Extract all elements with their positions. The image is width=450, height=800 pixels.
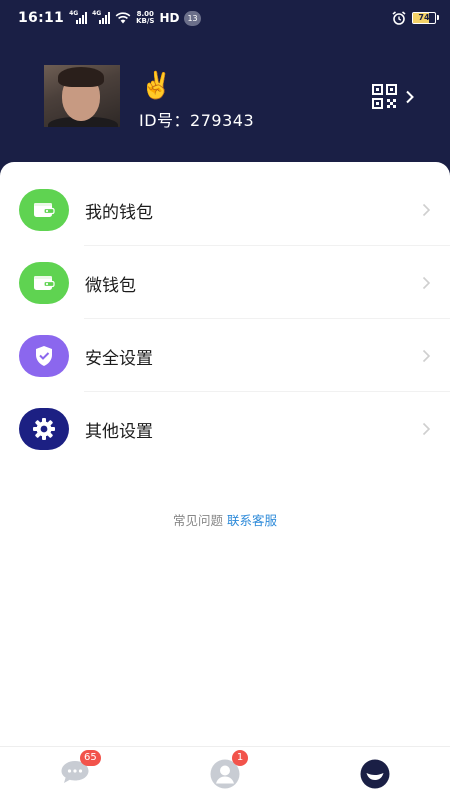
contacts-count-badge: 1 bbox=[232, 750, 248, 766]
bottom-nav: 65 1 bbox=[0, 746, 450, 800]
user-id-value: 279343 bbox=[190, 111, 255, 130]
battery-icon: 74 bbox=[412, 12, 439, 24]
tab-messages[interactable]: 65 bbox=[0, 747, 150, 800]
chevron-right-icon bbox=[422, 203, 431, 217]
menu-item-other-settings[interactable]: 其他设置 bbox=[0, 393, 450, 465]
menu-item-label: 微钱包 bbox=[85, 275, 136, 296]
nickname-emoji: ✌️ bbox=[140, 71, 173, 101]
speed-unit: KB/S bbox=[136, 17, 155, 25]
network-type-label: 4G bbox=[69, 10, 79, 17]
menu-item-label: 安全设置 bbox=[85, 348, 153, 369]
chevron-right-icon bbox=[422, 276, 431, 290]
chevron-right-icon bbox=[406, 90, 414, 103]
avatar[interactable] bbox=[44, 65, 120, 127]
wallet-icon bbox=[19, 262, 69, 304]
tab-contacts[interactable]: 1 bbox=[150, 747, 300, 800]
notification-count-badge: 13 bbox=[184, 10, 201, 26]
menu-item-micro-wallet[interactable]: 微钱包 bbox=[0, 247, 450, 319]
menu-item-label: 我的钱包 bbox=[85, 202, 153, 223]
network-type-label-2: 4G bbox=[92, 10, 102, 17]
signal-icon-2: 4G bbox=[92, 10, 111, 24]
chevron-right-icon bbox=[422, 349, 431, 363]
chevron-right-icon bbox=[422, 422, 431, 436]
contact-support-link[interactable]: 联系客服 bbox=[227, 513, 277, 528]
menu-card: 我的钱包 微钱包 安全设置 其他设置 bbox=[0, 162, 450, 746]
user-id-label: ID号： bbox=[139, 111, 191, 130]
alarm-icon bbox=[392, 11, 406, 25]
faq-link[interactable]: 常见问题 bbox=[173, 513, 223, 528]
menu-item-security-settings[interactable]: 安全设置 bbox=[0, 320, 450, 392]
status-time: 16:11 bbox=[18, 10, 65, 26]
smile-face-icon bbox=[360, 759, 390, 789]
tab-profile[interactable] bbox=[300, 747, 450, 800]
shield-check-icon bbox=[19, 335, 69, 377]
profile-header: ✌️ ID号：279343 bbox=[0, 36, 450, 176]
wallet-icon bbox=[19, 189, 69, 231]
menu-item-my-wallet[interactable]: 我的钱包 bbox=[0, 174, 450, 246]
qr-code-icon bbox=[372, 84, 397, 109]
status-bar: 16:11 4G 4G 8.00 KB/S HD 13 74 bbox=[0, 0, 450, 36]
hd-indicator: HD bbox=[159, 11, 180, 25]
help-footer: 常见问题 联系客服 bbox=[0, 510, 450, 529]
wifi-icon bbox=[115, 12, 131, 24]
signal-icon: 4G bbox=[69, 10, 88, 24]
network-speed: 8.00 KB/S bbox=[136, 11, 154, 25]
user-id: ID号：279343 bbox=[139, 107, 254, 131]
messages-count-badge: 65 bbox=[80, 750, 101, 766]
gear-icon bbox=[19, 408, 69, 450]
menu-item-label: 其他设置 bbox=[85, 421, 153, 442]
qr-code-button[interactable] bbox=[372, 84, 415, 109]
battery-level: 74 bbox=[418, 13, 430, 22]
